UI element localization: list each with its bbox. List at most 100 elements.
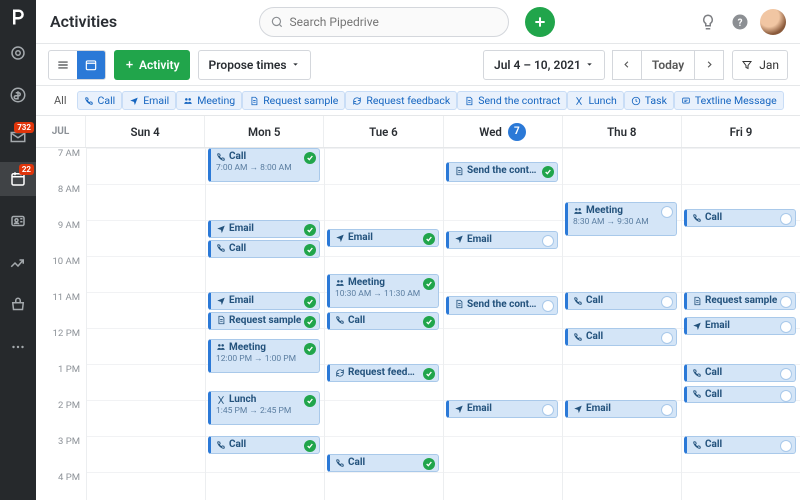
filter-all[interactable]: All [48, 92, 73, 109]
day-header: Sun 4 [86, 116, 205, 147]
filter-chip-refresh[interactable]: Request feedback [345, 91, 457, 110]
mail-badge: 732 [14, 122, 34, 133]
nav-insights[interactable] [0, 246, 36, 280]
avatar[interactable] [760, 9, 786, 35]
nav-focus[interactable] [0, 36, 36, 70]
event-call[interactable]: Call [684, 436, 796, 454]
done-badge [304, 152, 316, 164]
plus-icon [124, 59, 135, 70]
next-week-button[interactable] [694, 50, 724, 80]
nav-mail[interactable]: 732 [0, 120, 36, 154]
filter-chip-doc[interactable]: Send the contract [457, 91, 567, 110]
done-badge [423, 233, 435, 245]
page-title: Activities [50, 12, 117, 31]
day-column[interactable]: Email Meeting10:30 AM → 11:30 AM Call Reque… [324, 148, 443, 500]
event-call[interactable]: Call7:00 AM → 8:00 AM [208, 148, 320, 182]
date-range-button[interactable]: Jul 4 – 10, 2021 [483, 50, 605, 80]
add-button[interactable] [525, 7, 555, 37]
filter-chip-meeting[interactable]: Meeting [176, 91, 242, 110]
hint-icon[interactable] [696, 10, 720, 34]
nav-activities[interactable]: 22 [0, 162, 36, 196]
done-badge [304, 440, 316, 452]
topbar: Activities ? [36, 0, 800, 44]
event-email[interactable]: Email [208, 292, 320, 310]
search-field[interactable] [290, 15, 498, 29]
done-badge [423, 458, 435, 470]
open-badge [542, 404, 554, 416]
prev-week-button[interactable] [612, 50, 642, 80]
event-refresh[interactable]: Request feed… [327, 364, 439, 382]
today-button[interactable]: Today [641, 50, 695, 80]
day-header: Fri 9 [682, 116, 800, 147]
hour-label: 1 PM [36, 364, 86, 400]
event-email[interactable]: Email [684, 317, 796, 335]
event-email[interactable]: Email [327, 229, 439, 247]
view-list-button[interactable] [49, 51, 77, 79]
event-call[interactable]: Call [208, 240, 320, 258]
filter-chip-lunch[interactable]: Lunch [567, 91, 623, 110]
event-call[interactable]: Call [684, 364, 796, 382]
search-icon [270, 15, 284, 29]
nav-products[interactable] [0, 288, 36, 322]
event-call[interactable]: Call [684, 386, 796, 404]
event-call[interactable]: Call [327, 454, 439, 472]
event-meeting[interactable]: Meeting8:30 AM → 9:30 AM [565, 202, 677, 236]
day-column[interactable]: Call7:00 AM → 8:00 AM Email Call Email Reque… [205, 148, 324, 500]
done-badge [423, 316, 435, 328]
filter-chip-task[interactable]: Task [624, 91, 674, 110]
nav-deals[interactable] [0, 78, 36, 112]
done-badge [423, 278, 435, 290]
event-call[interactable]: Call [565, 328, 677, 346]
event-email[interactable]: Email [446, 400, 558, 418]
nav-contacts[interactable] [0, 204, 36, 238]
activity-button[interactable]: Activity [114, 50, 190, 80]
day-column[interactable] [86, 148, 205, 500]
caret-down-icon [585, 60, 594, 69]
open-badge [780, 390, 792, 402]
hour-label: 2 PM [36, 400, 86, 436]
event-call[interactable]: Call [208, 436, 320, 454]
activity-type-filter: All CallEmailMeetingRequest sampleReques… [36, 86, 800, 116]
propose-times-button[interactable]: Propose times [198, 50, 311, 80]
search-input[interactable] [259, 7, 509, 37]
hour-label: 9 AM [36, 220, 86, 256]
open-badge [661, 296, 673, 308]
user-filter[interactable]: Jan [732, 50, 788, 80]
event-call[interactable]: Call [684, 209, 796, 227]
propose-times-label: Propose times [209, 58, 287, 72]
day-column[interactable]: Call Request sample Email Call Call Call [681, 148, 800, 500]
day-header: Thu 8 [563, 116, 682, 147]
filter-chip-email[interactable]: Email [122, 91, 176, 110]
nav-more[interactable] [0, 330, 36, 364]
main-area: Activities ? Act [36, 0, 800, 500]
open-badge [780, 368, 792, 380]
open-badge [661, 332, 673, 344]
event-email[interactable]: Email [565, 400, 677, 418]
open-badge [780, 213, 792, 225]
event-email[interactable]: Email [208, 220, 320, 238]
event-call[interactable]: Call [565, 292, 677, 310]
filter-chip-call[interactable]: Call [77, 91, 123, 110]
open-badge [661, 404, 673, 416]
day-column[interactable]: Meeting8:30 AM → 9:30 AM Call Call Email [562, 148, 681, 500]
open-badge [780, 296, 792, 308]
event-doc[interactable]: Send the cont… [446, 296, 558, 316]
event-call[interactable]: Call [327, 312, 439, 330]
event-meeting[interactable]: Meeting10:30 AM → 11:30 AM [327, 274, 439, 308]
toolbar: Activity Propose times Jul 4 – 10, 2021 … [36, 44, 800, 86]
event-lunch[interactable]: Lunch1:45 PM → 2:45 PM [208, 391, 320, 425]
event-doc[interactable]: Request sample [208, 312, 320, 330]
event-meeting[interactable]: Meeting12:00 PM → 1:00 PM [208, 339, 320, 373]
help-icon[interactable]: ? [728, 10, 752, 34]
view-calendar-button[interactable] [77, 51, 105, 79]
event-doc[interactable]: Send the cont… [446, 162, 558, 182]
hour-label: 7 AM [36, 148, 86, 184]
done-badge [304, 316, 316, 328]
user-filter-label: Jan [759, 58, 779, 72]
event-doc[interactable]: Request sample [684, 292, 796, 310]
day-column[interactable]: Send the cont… Email Send the cont… Email [443, 148, 562, 500]
filter-chip-doc[interactable]: Request sample [242, 91, 345, 110]
activity-button-label: Activity [139, 58, 180, 72]
event-email[interactable]: Email [446, 231, 558, 249]
filter-chip-msg[interactable]: Textline Message [674, 91, 784, 110]
